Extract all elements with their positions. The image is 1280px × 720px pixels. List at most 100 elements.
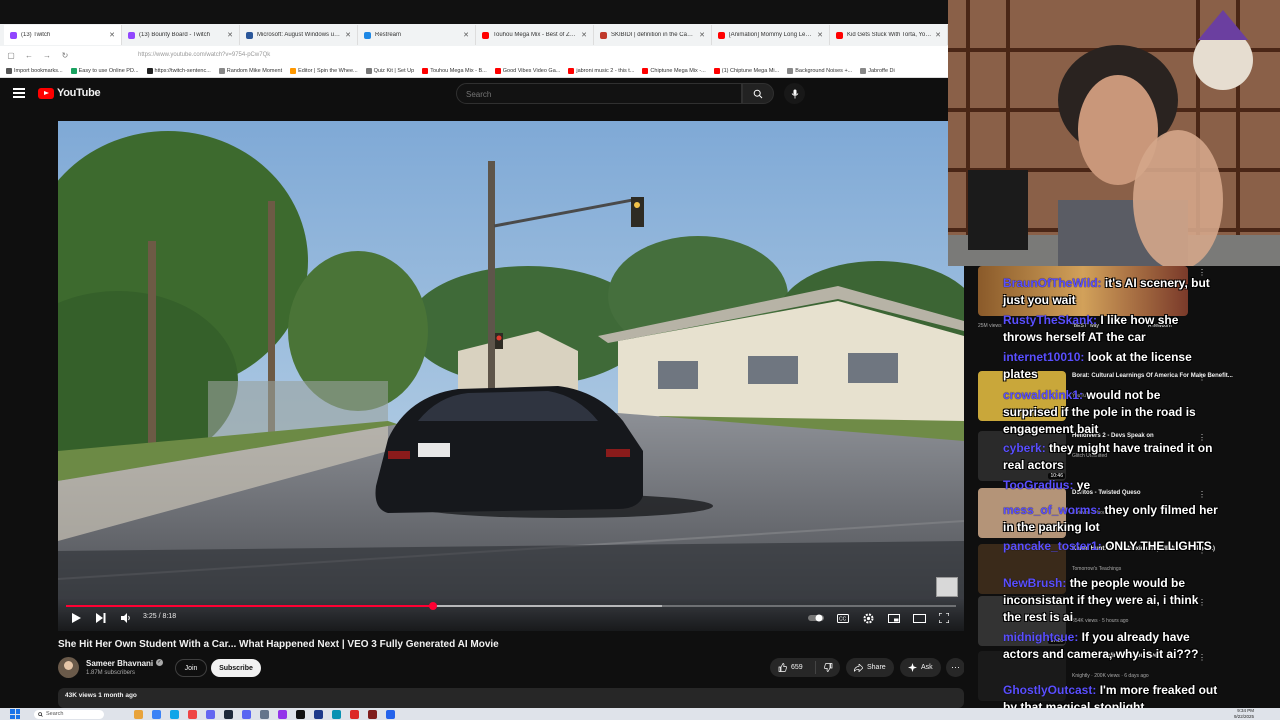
taskbar-app-icon[interactable] [350, 709, 359, 719]
bookmark-item[interactable]: Background Noises +... [787, 67, 852, 74]
bookmark-favicon-icon [787, 67, 794, 74]
browser-tab[interactable]: Kid Gets Stuck With Torta, You'... ✕ [830, 25, 948, 45]
taskbar-app-icon[interactable] [134, 709, 143, 719]
clock-date: 9/22/2025 [1233, 713, 1254, 719]
autoplay-toggle[interactable] [808, 612, 824, 624]
player-controls: 3:25 / 8:18 CC [58, 598, 964, 631]
bookmark-item[interactable]: Import bookmarks... [6, 67, 63, 74]
browser-tab[interactable]: Touhou Mega Mix - Best of ZUN ✕ [476, 25, 594, 45]
search-button[interactable] [742, 83, 774, 104]
video-player[interactable] [58, 121, 964, 631]
window-titlebar [0, 0, 948, 24]
more-actions-button[interactable]: ⋯ [946, 658, 965, 677]
sidebar-toggle-icon[interactable]: ▢ [6, 51, 16, 60]
close-tab-icon[interactable]: ✕ [345, 31, 351, 39]
bookmarks-bar: Import bookmarks... Easy to use Online PD… [0, 64, 948, 78]
taskbar-search[interactable]: Search [34, 709, 104, 719]
description-box[interactable] [58, 688, 964, 708]
chat-username: crowaldkink1: [1003, 388, 1084, 402]
bookmark-item[interactable]: Jabroffe Di [860, 67, 895, 74]
tab-label: [Animation] Mommy Long Legs... [729, 32, 815, 38]
search-input[interactable] [457, 85, 727, 104]
tab-label: SKIBIDI | definition in the Camb... [611, 32, 697, 38]
bookmark-favicon-icon [642, 67, 649, 74]
taskbar-app-icon[interactable] [368, 709, 377, 719]
next-button[interactable] [96, 612, 106, 624]
bookmark-item[interactable]: Quiz Kit | Set Up [365, 67, 414, 74]
join-button[interactable]: Join [175, 659, 207, 677]
theater-mode-button[interactable] [913, 612, 926, 624]
word-icon[interactable] [386, 709, 395, 719]
bookmark-favicon-icon [365, 67, 372, 74]
scrubber-handle[interactable] [428, 602, 437, 610]
chat-username: TooGradius: [1003, 478, 1074, 492]
browser-tab[interactable]: (13) Twitch ✕ [4, 25, 122, 45]
close-tab-icon[interactable]: ✕ [581, 31, 587, 39]
edge-icon[interactable] [332, 709, 341, 719]
reload-icon[interactable]: ↻ [60, 51, 70, 60]
taskbar-app-icon[interactable] [206, 709, 215, 719]
url-field[interactable]: https://www.youtube.com/watch?v=9754-pCw… [138, 52, 270, 58]
bookmark-item[interactable]: Chiptune Mega Mix -... [642, 67, 706, 74]
start-button[interactable] [10, 709, 20, 719]
taskbar-app-icon[interactable] [314, 709, 323, 719]
settings-button[interactable] [863, 612, 874, 624]
bookmark-item[interactable]: https://twitch-sentenc... [146, 67, 211, 74]
close-tab-icon[interactable]: ✕ [109, 31, 115, 39]
chat-username: RustyTheSkank: [1003, 313, 1098, 327]
bookmark-item[interactable]: Good Vibes Video Ga... [494, 67, 561, 74]
close-tab-icon[interactable]: ✕ [699, 31, 705, 39]
browser-tab[interactable]: (13) Bounty Board - Twitch ✕ [122, 25, 240, 45]
system-clock[interactable]: 9:34 PM 9/22/2025 [1234, 708, 1254, 719]
channel-name[interactable]: Sameer Bhavnani [86, 659, 153, 668]
bookmark-item[interactable]: Editor | Spin the Whee... [290, 67, 358, 74]
channel-watermark[interactable] [936, 577, 958, 597]
sidebar-scrollbar[interactable] [1270, 266, 1278, 708]
thumbs-up-icon [778, 663, 787, 672]
share-button[interactable]: Share [846, 658, 894, 677]
subscribe-button[interactable]: Subscribe [211, 659, 261, 677]
close-tab-icon[interactable]: ✕ [227, 31, 233, 39]
channel-avatar[interactable] [58, 657, 79, 678]
chat-username: NewBrush: [1003, 576, 1067, 590]
bookmark-label: Import bookmarks... [14, 67, 63, 74]
close-tab-icon[interactable]: ✕ [817, 31, 823, 39]
twitch-icon[interactable] [278, 709, 287, 719]
taskbar-app-icon[interactable] [170, 709, 179, 719]
browser-tab[interactable]: SKIBIDI | definition in the Camb... ✕ [594, 25, 712, 45]
captions-button[interactable]: CC [837, 612, 849, 624]
taskbar-app-icon[interactable] [260, 709, 269, 719]
close-tab-icon[interactable]: ✕ [463, 31, 469, 39]
taskbar-app-icon[interactable] [152, 709, 161, 719]
play-button[interactable] [72, 612, 81, 624]
like-button[interactable]: 659 [770, 661, 816, 674]
tab-label: Kid Gets Stuck With Torta, You'... [847, 32, 933, 38]
discord-icon[interactable] [242, 709, 251, 719]
forward-icon[interactable]: → [42, 51, 52, 60]
back-icon[interactable]: ← [24, 51, 34, 60]
progress-bar[interactable] [66, 602, 956, 610]
ask-button[interactable]: Ask [900, 658, 941, 677]
fullscreen-button[interactable] [939, 612, 949, 624]
miniplayer-button[interactable] [888, 612, 900, 624]
bookmark-item[interactable]: (1) Chiptune Mega Mi... [713, 67, 779, 74]
bookmark-item[interactable]: Random Mike Moment [218, 67, 282, 74]
browser-tab[interactable]: Restream ✕ [358, 25, 476, 45]
steam-icon[interactable] [224, 709, 233, 719]
mute-button[interactable] [121, 612, 132, 624]
youtube-logo[interactable]: YouTube [38, 87, 101, 99]
firefox-icon[interactable] [188, 709, 197, 719]
browser-tab[interactable]: Microsoft: August Windows up... ✕ [240, 25, 358, 45]
close-tab-icon[interactable]: ✕ [935, 31, 941, 39]
bookmark-label: Good Vibes Video Ga... [502, 67, 561, 74]
chat-message: BraunOfTheWild: it's AI scenery, but jus… [1003, 275, 1218, 309]
menu-icon[interactable] [13, 88, 25, 98]
dislike-button[interactable] [816, 663, 840, 672]
tab-label: Restream [375, 32, 402, 38]
obs-icon[interactable] [296, 709, 305, 719]
bookmark-item[interactable]: Touhou Mega Mix - B... [422, 67, 487, 74]
voice-search-button[interactable] [784, 83, 805, 104]
bookmark-item[interactable]: Easy to use Online PD... [70, 67, 139, 74]
browser-tab[interactable]: [Animation] Mommy Long Legs... ✕ [712, 25, 830, 45]
bookmark-item[interactable]: jabroni music 2 - this t... [568, 67, 634, 74]
